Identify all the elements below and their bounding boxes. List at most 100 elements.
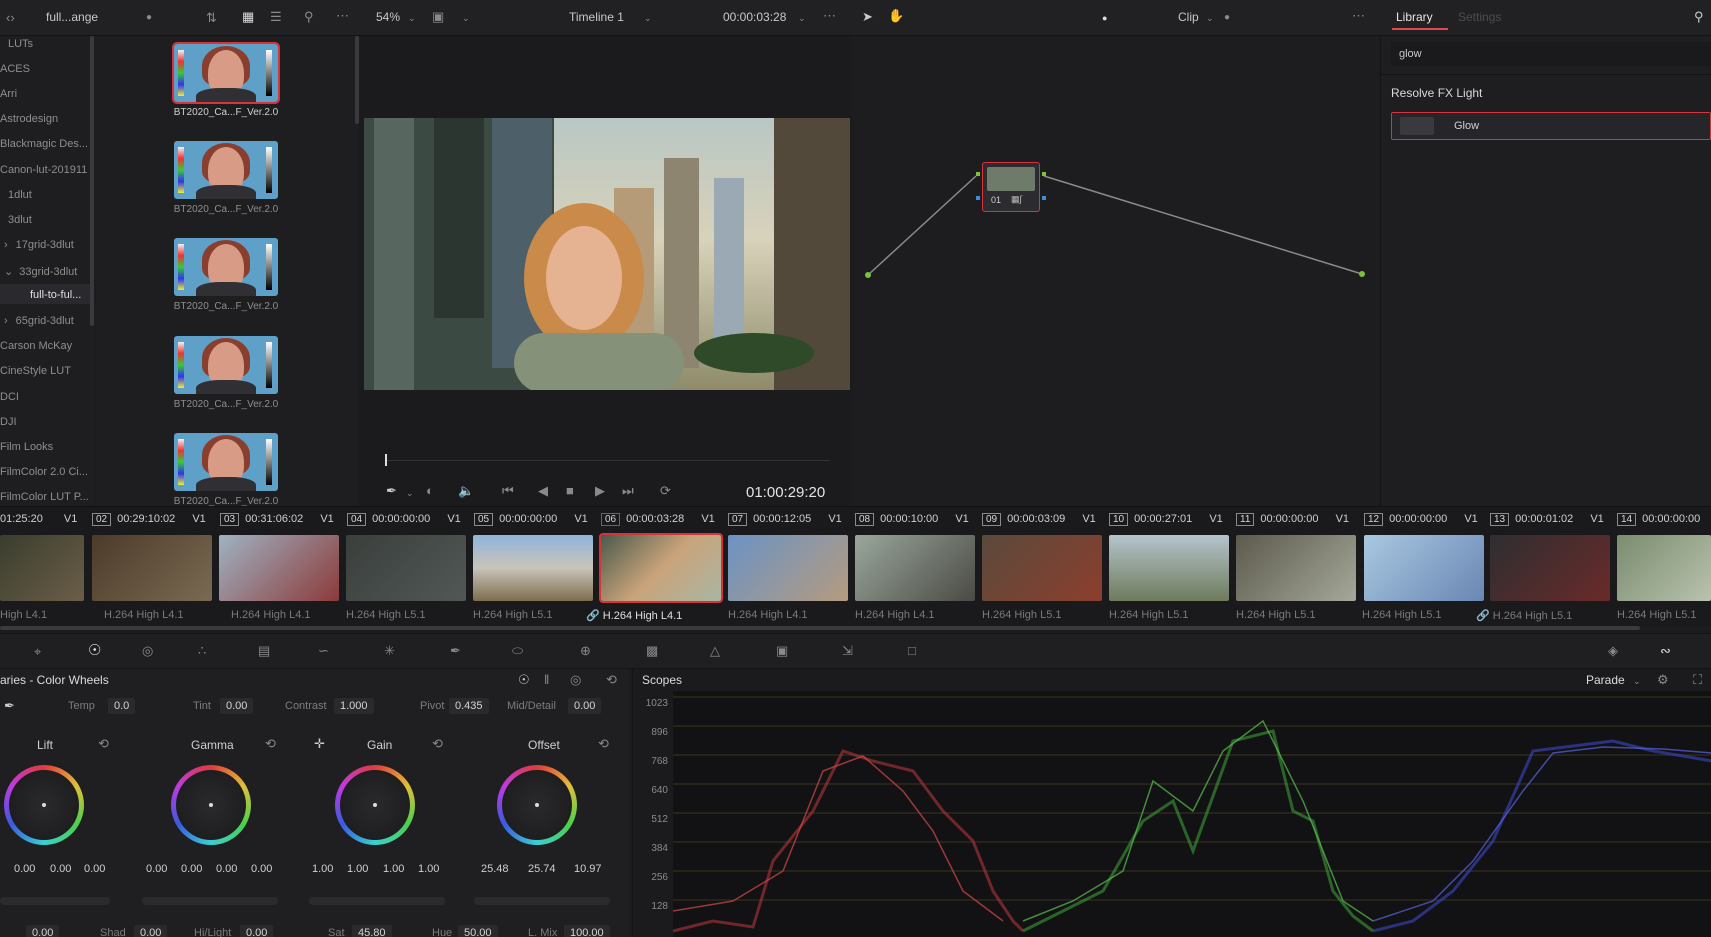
glow-effect-item[interactable]: Glow [1391, 112, 1711, 140]
primaries-mode-icon[interactable]: ☉ [518, 673, 530, 687]
3d-icon[interactable]: □ [908, 644, 916, 658]
lut-folder[interactable]: Arri [0, 88, 17, 100]
timeline-name[interactable]: Timeline 1 [569, 10, 624, 24]
auto-balance-icon[interactable]: ✒ [4, 699, 15, 713]
search-icon[interactable]: ⚲ [304, 10, 314, 24]
node-editor[interactable]: 01 ▦∫ [852, 36, 1378, 506]
hue-field[interactable]: 50.00 [458, 925, 498, 937]
shad-field[interactable]: 0.00 [134, 925, 168, 937]
sat-field[interactable]: 45.80 [352, 925, 392, 937]
contrast-field[interactable]: 1.000 [334, 698, 374, 714]
offset-value[interactable]: 25.48 [481, 863, 509, 875]
color-wheels-icon[interactable]: ☉ [88, 643, 101, 658]
clip-strip-scrollbar[interactable] [0, 626, 1640, 630]
gamma-wheel[interactable] [171, 765, 251, 845]
clip-thumbnail[interactable] [1490, 535, 1610, 601]
gain-value[interactable]: 1.00 [383, 863, 404, 875]
offset-value[interactable]: 25.74 [528, 863, 556, 875]
clip-thumbnail[interactable] [346, 535, 466, 601]
param-field[interactable]: 0.00 [26, 925, 60, 937]
clip-thumbnail[interactable] [0, 535, 84, 601]
viewer-mode-icon[interactable]: ▣ [432, 10, 444, 24]
lut-thumbnail[interactable] [174, 141, 278, 199]
bars-mode-icon[interactable]: ‖ [544, 673, 549, 687]
node-key-output-port[interactable] [1042, 196, 1046, 200]
gain-value[interactable]: 1.00 [418, 863, 439, 875]
chevron-down-icon[interactable]: ⌄ [798, 11, 806, 25]
sort-icon[interactable]: ⇅ [206, 11, 217, 25]
window-icon[interactable]: ⬭ [512, 644, 523, 658]
scope-settings-icon[interactable]: ⚙ [1657, 673, 1669, 687]
lmix-field[interactable]: 100.00 [564, 925, 610, 937]
blur-icon[interactable]: △ [710, 644, 720, 658]
offset-wheel[interactable] [497, 765, 577, 845]
clip-mode[interactable]: Clip [1178, 10, 1199, 24]
tint-field[interactable]: 0.00 [220, 698, 254, 714]
clip-thumbnail[interactable] [1236, 535, 1356, 601]
lut-folder[interactable]: ACES [0, 63, 30, 75]
hand-icon[interactable]: ✋ [888, 9, 904, 23]
lift-value[interactable]: 0.00 [50, 863, 71, 875]
pointer-icon[interactable]: ➤ [862, 10, 873, 24]
scrollbar[interactable] [90, 36, 94, 326]
log-mode-icon[interactable]: ◎ [570, 673, 581, 687]
chevron-down-icon[interactable]: ⌄ [406, 486, 414, 500]
gain-wheel[interactable] [335, 765, 415, 845]
offset-master-slider[interactable] [474, 897, 610, 905]
tracker-icon[interactable]: ⊕ [580, 644, 591, 658]
curves-icon[interactable]: ∽ [318, 644, 329, 658]
eyedropper-icon[interactable]: ✒ [386, 484, 397, 498]
play-icon[interactable]: ▶ [595, 484, 605, 498]
lut-folder[interactable]: LUTs [8, 38, 33, 50]
warper-icon[interactable]: ✳ [384, 644, 395, 658]
node-input-port[interactable] [976, 172, 980, 176]
clip-thumbnail[interactable] [728, 535, 848, 601]
clip-thumbnail[interactable] [1109, 535, 1229, 601]
lift-master-slider[interactable] [0, 897, 110, 905]
reset-icon[interactable]: ⟲ [432, 737, 443, 751]
qualifier-icon[interactable]: ✒ [450, 644, 461, 658]
chevron-down-icon[interactable]: ⌄ [644, 11, 652, 25]
scrollbar[interactable] [355, 36, 359, 124]
rgb-mixer-icon[interactable]: ∴ [198, 644, 206, 658]
lift-value[interactable]: 0.00 [84, 863, 105, 875]
lut-thumbnail[interactable] [174, 433, 278, 491]
clip-thumbnail[interactable] [92, 535, 212, 601]
more-options-icon[interactable]: ⋯ [823, 9, 836, 23]
gamma-value[interactable]: 0.00 [251, 863, 272, 875]
gamma-master-slider[interactable] [142, 897, 278, 905]
lut-folder[interactable]: 1dlut [8, 189, 32, 201]
viewer-image[interactable] [364, 118, 850, 390]
lut-thumbnail[interactable] [174, 238, 278, 296]
highlight-icon[interactable]: ◐ [426, 484, 434, 498]
chevron-down-icon[interactable]: ⌄ [1633, 674, 1641, 688]
skip-to-start-icon[interactable]: ⏮ [502, 484, 514, 498]
library-search-input[interactable]: glow [1391, 42, 1711, 66]
list-view-icon[interactable]: ☰ [270, 10, 282, 24]
lut-folder[interactable]: Carson McKay [0, 340, 72, 352]
reset-icon[interactable]: ⟲ [265, 737, 276, 751]
keyframes-icon[interactable]: ◈ [1608, 644, 1618, 658]
back-arrow-icon[interactable]: ‹› [6, 11, 15, 25]
lut-folder[interactable]: Film Looks [0, 441, 53, 453]
expand-icon[interactable]: ⛶ [1693, 673, 1702, 687]
corrector-node[interactable]: 01 ▦∫ [982, 162, 1040, 212]
node-key-input-port[interactable] [976, 196, 980, 200]
scrubber-track[interactable] [386, 460, 830, 461]
lift-wheel[interactable] [4, 765, 84, 845]
search-icon[interactable]: ⚲ [1694, 10, 1704, 24]
playhead[interactable] [385, 454, 387, 466]
reset-icon[interactable]: ⟲ [98, 737, 109, 751]
lut-folder[interactable]: Astrodesign [0, 113, 58, 125]
gamma-value[interactable]: 0.00 [146, 863, 167, 875]
lift-value[interactable]: 0.00 [14, 863, 35, 875]
lut-folder-selected[interactable]: full-to-ful... [30, 289, 81, 301]
motion-effects-icon[interactable]: ▤ [258, 644, 270, 658]
color-match-icon[interactable]: ◎ [142, 644, 153, 658]
lut-folder-expander[interactable]: › 65grid-3dlut [4, 315, 74, 327]
lut-thumbnail[interactable] [172, 42, 280, 104]
loop-icon[interactable]: ⟳ [660, 484, 671, 498]
more-options-icon[interactable]: ⋯ [1352, 9, 1365, 23]
clip-thumbnail[interactable] [1364, 535, 1484, 601]
lut-folder[interactable]: FilmColor LUT P... [0, 491, 89, 503]
